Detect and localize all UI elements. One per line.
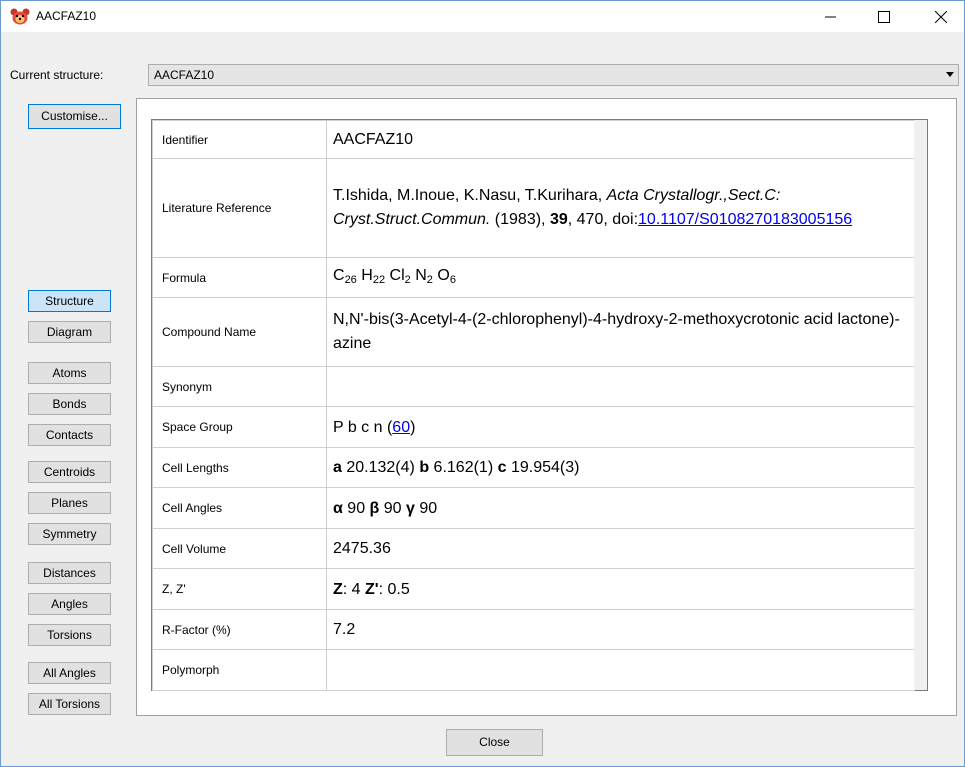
symmetry-button[interactable]: Symmetry — [28, 523, 111, 545]
space-group-label: Space Group — [152, 406, 327, 448]
synonym-label: Synonym — [152, 366, 327, 407]
literature-label: Literature Reference — [152, 158, 327, 258]
distances-button[interactable]: Distances — [28, 562, 111, 584]
table-row: Polymorph — [152, 649, 915, 691]
chevron-down-icon — [946, 72, 954, 77]
minimize-icon — [824, 16, 836, 18]
table-row: Literature Reference T.Ishida, M.Inoue, … — [152, 158, 915, 258]
maximize-button[interactable] — [861, 1, 907, 32]
structure-dropdown-value: AACFAZ10 — [154, 68, 215, 82]
cell-lengths-value: a 20.132(4) b 6.162(1) c 19.954(3) — [326, 447, 915, 488]
r-factor-label: R-Factor (%) — [152, 609, 327, 650]
angles-button[interactable]: Angles — [28, 593, 111, 615]
table-row: Synonym — [152, 366, 915, 407]
structure-selector-row: Current structure: AACFAZ10 — [1, 64, 964, 86]
identifier-value: AACFAZ10 — [326, 120, 915, 159]
all-torsions-button[interactable]: All Torsions — [28, 693, 111, 715]
torsions-button[interactable]: Torsions — [28, 624, 111, 646]
centroids-button[interactable]: Centroids — [28, 461, 111, 483]
diagram-view-button[interactable]: Diagram — [28, 321, 111, 343]
table-row: Compound Name N,N'-bis(3-Acetyl-4-(2-chl… — [152, 297, 915, 367]
app-bear-icon — [10, 8, 30, 25]
close-window-button[interactable] — [918, 1, 964, 32]
info-panel: Identifier AACFAZ10 Literature Reference… — [136, 98, 957, 716]
maximize-icon — [878, 10, 890, 23]
close-button[interactable]: Close — [446, 729, 543, 756]
formula-label: Formula — [152, 257, 327, 298]
minimize-button[interactable] — [807, 1, 853, 32]
identifier-label: Identifier — [152, 120, 327, 159]
table-row: Z, Z' Z: 4 Z': 0.5 — [152, 568, 915, 610]
planes-button[interactable]: Planes — [28, 492, 111, 514]
info-table-frame: Identifier AACFAZ10 Literature Reference… — [151, 119, 928, 691]
table-row: R-Factor (%) 7.2 — [152, 609, 915, 650]
table-row: Cell Volume 2475.36 — [152, 528, 915, 569]
close-icon — [935, 10, 947, 23]
doi-link[interactable]: 10.1107/S0108270183005156 — [638, 211, 852, 228]
r-factor-value: 7.2 — [326, 609, 915, 650]
compound-name-label: Compound Name — [152, 297, 327, 367]
structure-view-button[interactable]: Structure — [28, 290, 111, 312]
polymorph-label: Polymorph — [152, 649, 327, 691]
cell-lengths-label: Cell Lengths — [152, 447, 327, 488]
table-row: Identifier AACFAZ10 — [152, 120, 915, 159]
structure-label: Current structure: — [10, 68, 104, 82]
window: AACFAZ10 Current structure: AACFAZ10 Cus… — [0, 0, 965, 767]
cell-angles-label: Cell Angles — [152, 487, 327, 529]
z-label: Z, Z' — [152, 568, 327, 610]
cell-angles-value: α 90 β 90 γ 90 — [326, 487, 915, 529]
title-bar: AACFAZ10 — [1, 1, 964, 32]
table-row: Formula C26 H22 Cl2 N2 O6 — [152, 257, 915, 298]
bonds-button[interactable]: Bonds — [28, 393, 111, 415]
z-value: Z: 4 Z': 0.5 — [326, 568, 915, 610]
space-group-value: P b c n (60) — [326, 406, 915, 448]
cell-volume-value: 2475.36 — [326, 528, 915, 569]
info-table: Identifier AACFAZ10 Literature Reference… — [152, 120, 915, 691]
all-angles-button[interactable]: All Angles — [28, 662, 111, 684]
contacts-button[interactable]: Contacts — [28, 424, 111, 446]
synonym-value — [326, 366, 915, 407]
window-title: AACFAZ10 — [36, 9, 97, 23]
space-group-number-link[interactable]: 60 — [392, 419, 410, 436]
table-scrollbar[interactable] — [914, 120, 927, 690]
compound-name-value: N,N'-bis(3-Acetyl-4-(2-chlorophenyl)-4-h… — [326, 297, 915, 367]
structure-dropdown[interactable]: AACFAZ10 — [148, 64, 959, 86]
table-row: Space Group P b c n (60) — [152, 406, 915, 448]
polymorph-value — [326, 649, 915, 691]
customise-button[interactable]: Customise... — [28, 104, 121, 129]
formula-value: C26 H22 Cl2 N2 O6 — [326, 257, 915, 298]
table-row: Cell Lengths a 20.132(4) b 6.162(1) c 19… — [152, 447, 915, 488]
atoms-button[interactable]: Atoms — [28, 362, 111, 384]
cell-volume-label: Cell Volume — [152, 528, 327, 569]
literature-value: T.Ishida, M.Inoue, K.Nasu, T.Kurihara, A… — [326, 158, 915, 258]
table-row: Cell Angles α 90 β 90 γ 90 — [152, 487, 915, 529]
